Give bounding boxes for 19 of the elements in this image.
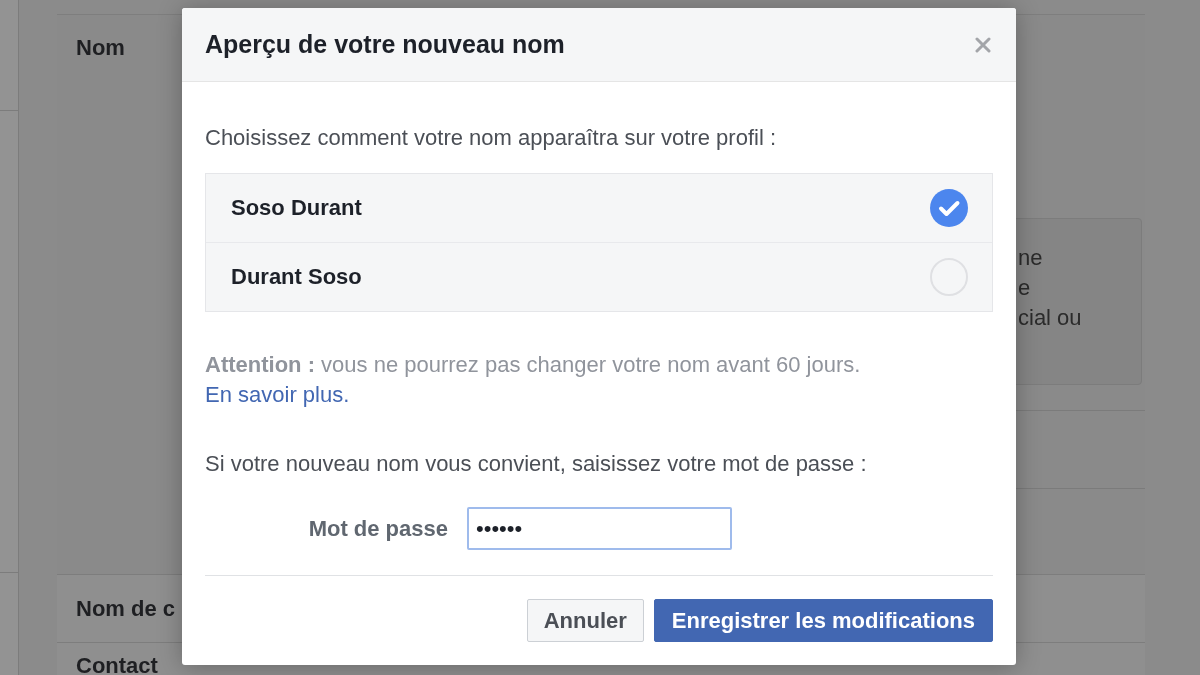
close-icon[interactable] [975,36,991,53]
check-circle-icon[interactable] [930,189,968,227]
save-button[interactable]: Enregistrer les modifications [653,599,993,642]
prompt-text: Choisissez comment votre nom apparaîtra sur votre profil : [205,124,777,152]
cancel-button[interactable]: Annuler [526,599,644,642]
password-field[interactable]: •••••• [467,507,732,550]
password-prompt-text: Si votre nouveau nom vous convient, saisissez votre mot de passe : [205,450,868,478]
name-option[interactable]: Soso Durant [206,174,992,242]
row-label: Nom [76,35,125,61]
learn-more-link[interactable]: En savoir plus. [205,382,350,407]
password-label: Mot de passe [307,515,448,542]
warning-text: Attention : vous ne pourrez pas changer votre nom avant 60 jours. En savoir plus. [205,351,862,409]
hint-text: e [1018,274,1031,302]
dialog-title: Aperçu de votre nouveau nom [205,30,565,59]
row-label: Nom de c [76,595,176,622]
row-label: Contact [76,655,158,675]
hint-text: ne [1018,244,1043,272]
name-option[interactable]: Durant Soso [206,242,992,311]
hint-text: cial ou [1018,304,1082,332]
